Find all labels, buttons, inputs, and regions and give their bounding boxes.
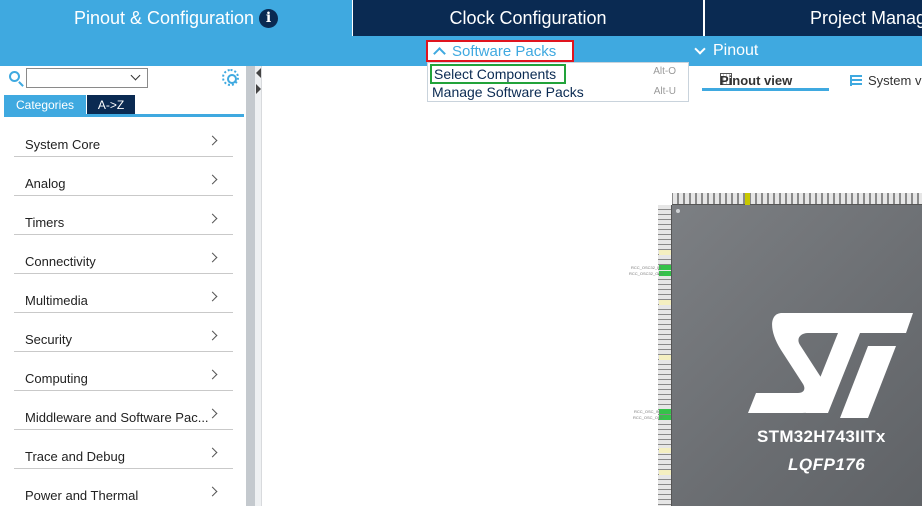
tab-pinout-view-label: Pinout view xyxy=(720,72,793,88)
chip-pin[interactable] xyxy=(659,300,671,305)
chevron-right-icon xyxy=(207,369,218,380)
chip-pin[interactable] xyxy=(659,250,671,255)
category-label: Analog xyxy=(25,176,66,191)
menu-shortcut: Alt-U xyxy=(653,86,676,97)
category-analog[interactable]: Analog xyxy=(14,157,233,196)
tab-a-z-label: A->Z xyxy=(97,97,125,112)
gear-icon[interactable] xyxy=(222,69,239,86)
software-packs-dropdown: Select Components Alt-O Manage Software … xyxy=(427,62,689,102)
category-timers[interactable]: Timers xyxy=(14,196,233,235)
tab-project-label: Project Manag xyxy=(810,7,922,28)
category-label: Timers xyxy=(25,215,65,230)
software-packs-menu[interactable]: Software Packs xyxy=(426,40,574,62)
pin1-marker xyxy=(676,209,680,213)
chevron-right-icon xyxy=(207,174,218,185)
pin-label: RCC_OSC_OUT xyxy=(633,415,664,420)
chevron-down-icon[interactable] xyxy=(130,70,141,81)
chip-part-number: STM32H743IITx xyxy=(757,427,886,446)
category-label: Connectivity xyxy=(25,254,96,269)
collapse-left-icon[interactable] xyxy=(256,68,261,78)
menu-item-select-components[interactable]: Select Components xyxy=(430,64,566,84)
menu-shortcut: Alt-O xyxy=(653,66,676,77)
tab-system-view[interactable]: System v xyxy=(850,70,921,90)
category-label: Multimedia xyxy=(25,293,88,308)
software-packs-label: Software Packs xyxy=(452,42,557,60)
menu-item-manage-software-packs[interactable]: Manage Software Packs xyxy=(432,84,584,100)
tab-pinout-label: Pinout & Configuration xyxy=(73,7,255,28)
chevron-right-icon xyxy=(207,330,218,341)
chevron-up-icon xyxy=(433,46,446,60)
menu-item-label: Manage Software Packs xyxy=(432,84,584,100)
category-system-core[interactable]: System Core xyxy=(14,118,233,157)
category-power-thermal[interactable]: Power and Thermal xyxy=(14,469,233,506)
system-view-icon xyxy=(850,74,862,86)
tab-clock-configuration[interactable]: Clock Configuration xyxy=(353,0,703,36)
category-label: System Core xyxy=(25,137,101,152)
st-logo-icon xyxy=(748,313,913,418)
chip-pin[interactable] xyxy=(659,470,671,475)
pin-label: RCC_OSC_IN xyxy=(634,409,660,414)
chevron-right-icon xyxy=(207,252,218,263)
search-icon[interactable] xyxy=(9,71,20,82)
tab-system-view-label: System v xyxy=(868,72,922,88)
chevron-right-icon xyxy=(207,135,218,146)
tab-clock-label: Clock Configuration xyxy=(449,7,607,28)
tab-underline xyxy=(702,88,829,91)
category-label: Trace and Debug xyxy=(25,449,125,464)
category-label: Security xyxy=(25,332,72,347)
category-label: Computing xyxy=(25,371,88,386)
chip-pins-top xyxy=(672,193,922,205)
chevron-right-icon xyxy=(207,486,218,497)
tab-pinout-view[interactable]: Pinout view xyxy=(702,70,829,90)
category-label: Power and Thermal xyxy=(25,488,139,503)
tab-project-manager[interactable]: Project Manag xyxy=(705,0,922,36)
search-input[interactable] xyxy=(26,68,148,88)
menu-item-label: Select Components xyxy=(434,66,557,82)
chevron-right-icon xyxy=(207,291,218,302)
category-middleware[interactable]: Middleware and Software Pac... xyxy=(14,391,233,430)
category-connectivity[interactable]: Connectivity xyxy=(14,235,233,274)
panel-splitter-track xyxy=(255,66,262,506)
info-icon[interactable]: i xyxy=(259,8,279,28)
category-trace-debug[interactable]: Trace and Debug xyxy=(14,430,233,469)
expand-right-icon[interactable] xyxy=(256,84,261,94)
tab-pinout-configuration[interactable]: Pinout & Configuration i xyxy=(0,0,352,36)
chip-pin[interactable] xyxy=(659,355,671,360)
category-security[interactable]: Security xyxy=(14,313,233,352)
category-computing[interactable]: Computing xyxy=(14,352,233,391)
chip-pin[interactable] xyxy=(659,409,671,414)
category-label: Middleware and Software Pac... xyxy=(25,410,209,425)
chevron-right-icon xyxy=(207,447,218,458)
chevron-down-icon xyxy=(694,43,706,55)
pinout-menu[interactable]: Pinout xyxy=(694,36,758,66)
tab-categories-label: Categories xyxy=(15,97,75,112)
pinout-menu-label: Pinout xyxy=(713,42,759,59)
chip-pin[interactable] xyxy=(659,448,671,453)
tab-categories[interactable]: Categories xyxy=(4,95,86,114)
category-multimedia[interactable]: Multimedia xyxy=(14,274,233,313)
tab-underline xyxy=(4,114,244,117)
panel-splitter[interactable] xyxy=(246,66,255,506)
chip-package: LQFP176 xyxy=(788,455,866,474)
chevron-right-icon xyxy=(207,213,218,224)
chip-pin-highlight[interactable] xyxy=(745,193,750,205)
pin-label: RCC_OSC32_OUT xyxy=(629,271,664,276)
pin-label: RCC_OSC32_IN xyxy=(631,265,662,270)
tab-a-z[interactable]: A->Z xyxy=(87,95,135,114)
chevron-right-icon xyxy=(207,408,218,419)
